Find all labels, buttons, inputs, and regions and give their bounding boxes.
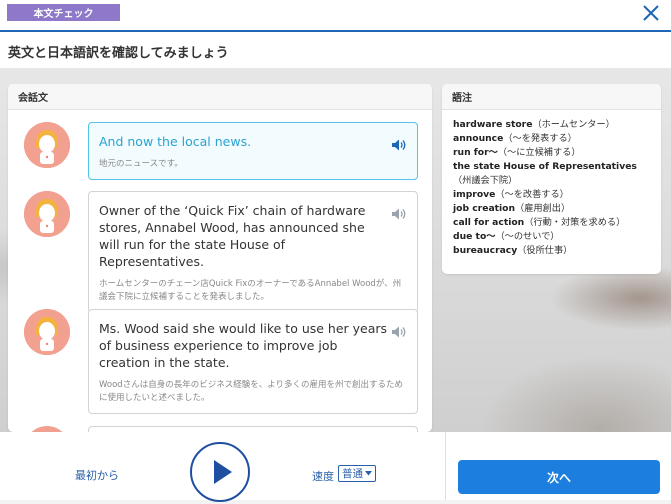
glossary-item: job creation（雇用創出） <box>453 202 651 216</box>
glossary-meaning: （行動・対策を求める） <box>524 217 626 228</box>
speed-value: 普通 <box>342 468 363 480</box>
glossary-meaning: （雇用創出） <box>515 203 571 214</box>
glossary-term: bureaucracy <box>453 245 518 256</box>
glossary-item: run for～（～に立候補する） <box>453 146 651 160</box>
message-english: Owner of the ‘Quick Fix’ chain of hardwa… <box>99 203 366 269</box>
close-button[interactable] <box>641 3 661 23</box>
glossary-item: bureaucracy（役所仕事） <box>453 244 651 258</box>
message-english: And now the local news. <box>99 134 252 149</box>
glossary-term: announce <box>453 133 504 144</box>
glossary-term: call for action <box>453 217 525 228</box>
close-icon <box>643 5 659 21</box>
glossary-item: hardware store（ホームセンター） <box>453 118 651 132</box>
avatar-icon <box>24 309 70 355</box>
glossary-meaning: （～に立候補する） <box>497 147 581 158</box>
speed-label: 速度 <box>312 470 334 483</box>
glossary-term: improve <box>453 189 496 200</box>
message-bubble[interactable]: Ms. Wood said she would like to use her … <box>88 309 418 414</box>
chevron-down-icon <box>365 471 372 476</box>
conversation-panel-title: 会話文 <box>8 84 432 110</box>
message-bubble[interactable]: And now the local news. 地元のニュースです。 <box>88 122 418 180</box>
glossary-item: the state House of Representatives （州議会下院… <box>453 160 651 188</box>
glossary-item: call for action（行動・対策を求める） <box>453 216 651 230</box>
glossary-term: the state House of Representatives <box>453 161 637 172</box>
message-bubble[interactable]: Owner of the ‘Quick Fix’ chain of hardwa… <box>88 191 418 313</box>
glossary-meaning: （役所仕事） <box>517 245 573 256</box>
message-japanese: ホームセンターのチェーン店Quick FixのオーナーであるAnnabel Wo… <box>99 279 402 302</box>
playback-bar: 最初から 速度 普通 次へ <box>0 432 671 502</box>
conversation-panel: 会話文 And now the local news. 地元のニュースです。 O… <box>8 84 432 432</box>
next-button[interactable]: 次へ <box>458 460 660 494</box>
message-japanese: 地元のニュースです。 <box>99 159 183 169</box>
speaker-icon <box>392 139 406 151</box>
glossary-panel: 語注 hardware store（ホームセンター） announce（～を発表… <box>442 84 661 274</box>
speaker-button[interactable] <box>392 323 407 338</box>
glossary-meaning: （州議会下院） <box>453 175 518 186</box>
glossary-meaning: （～を改善する） <box>495 189 569 200</box>
page-title: 英文と日本語訳を確認してみましょう <box>8 46 229 61</box>
app-header: 本文チェック <box>0 0 671 32</box>
glossary-panel-title: 語注 <box>442 84 661 110</box>
playback-controls: 最初から 速度 普通 <box>0 432 446 502</box>
glossary-meaning: （～のせいで） <box>495 231 560 242</box>
glossary-item: announce（～を発表する） <box>453 132 651 146</box>
message-japanese: Woodさんは自身の長年のビジネス経験を、より多くの雇用を州で創出するために使用… <box>99 380 404 403</box>
speed-select[interactable]: 普通 <box>338 465 376 482</box>
message-english: Ms. Wood said she would like to use her … <box>99 321 388 370</box>
glossary-meaning: （～を発表する） <box>503 133 577 144</box>
play-icon <box>214 460 232 484</box>
glossary-term: run for～ <box>453 147 498 158</box>
section-tag: 本文チェック <box>7 4 120 21</box>
glossary-term: hardware store <box>453 119 533 130</box>
avatar <box>24 122 70 168</box>
glossary-item: due to～（～のせいで） <box>453 230 651 244</box>
avatar <box>24 309 70 355</box>
subheader: 英文と日本語訳を確認してみましょう <box>0 32 671 68</box>
play-button[interactable] <box>190 442 250 502</box>
speaker-button[interactable] <box>392 205 407 220</box>
speaker-icon <box>392 326 406 338</box>
glossary-item: improve（～を改善する） <box>453 188 651 202</box>
glossary-meaning: （ホームセンター） <box>532 119 615 130</box>
speaker-button[interactable] <box>392 136 407 151</box>
avatar-icon <box>24 122 70 168</box>
avatar <box>24 191 70 237</box>
glossary-list: hardware store（ホームセンター） announce（～を発表する）… <box>442 110 661 258</box>
speaker-icon <box>392 208 406 220</box>
restart-button[interactable]: 最初から <box>75 467 119 483</box>
avatar-icon <box>24 191 70 237</box>
glossary-term: job creation <box>453 203 516 214</box>
glossary-term: due to～ <box>453 231 496 242</box>
